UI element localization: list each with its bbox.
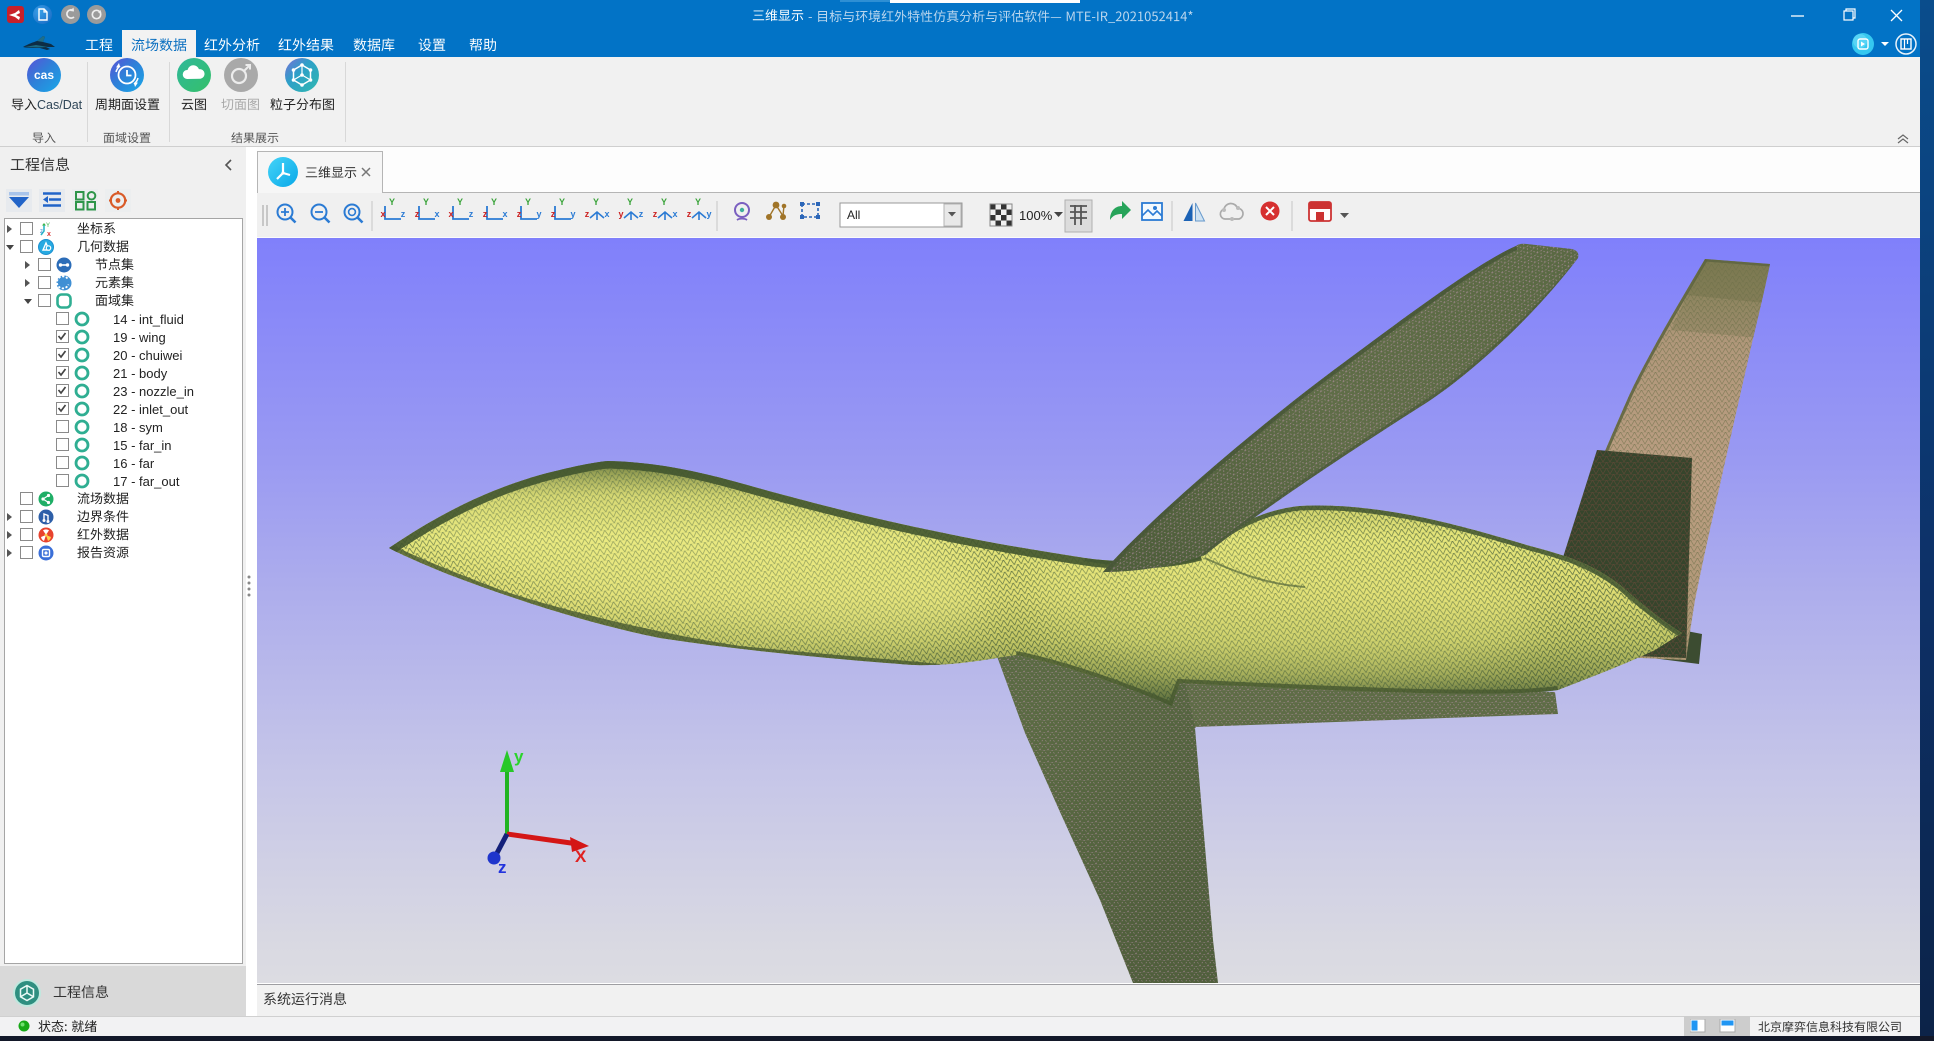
svg-text:z: z bbox=[401, 209, 406, 219]
svg-text:y: y bbox=[706, 209, 711, 219]
svg-text:x: x bbox=[604, 209, 609, 219]
svg-text:x: x bbox=[502, 209, 507, 219]
svg-text:Y: Y bbox=[559, 197, 565, 207]
svg-text:z: z bbox=[469, 209, 474, 219]
svg-text:y: y bbox=[618, 209, 623, 219]
svg-text:Y: Y bbox=[457, 197, 463, 207]
svg-text:z: z bbox=[687, 209, 692, 219]
svg-text:X: X bbox=[575, 847, 587, 866]
svg-text:x: x bbox=[47, 231, 51, 237]
svg-text:x: x bbox=[380, 209, 385, 219]
svg-text:Y: Y bbox=[525, 197, 531, 207]
svg-text:Y: Y bbox=[627, 197, 633, 207]
svg-text:y: y bbox=[514, 747, 524, 766]
svg-text:z: z bbox=[639, 209, 644, 219]
svg-text:All: All bbox=[847, 208, 860, 222]
svg-text:x: x bbox=[448, 209, 453, 219]
svg-text:x: x bbox=[434, 209, 439, 219]
svg-text:x: x bbox=[672, 209, 677, 219]
svg-text:Y: Y bbox=[389, 197, 395, 207]
svg-text:Y: Y bbox=[46, 223, 50, 229]
svg-text:z: z bbox=[483, 209, 488, 219]
svg-text:Y: Y bbox=[695, 197, 701, 207]
svg-text:z: z bbox=[498, 858, 507, 877]
svg-text:z: z bbox=[517, 209, 522, 219]
svg-text:z: z bbox=[415, 209, 420, 219]
svg-text:Y: Y bbox=[491, 197, 497, 207]
svg-text:Y: Y bbox=[423, 197, 429, 207]
svg-text:Y: Y bbox=[661, 197, 667, 207]
svg-text:100%: 100% bbox=[1019, 208, 1053, 223]
svg-text:y: y bbox=[570, 209, 575, 219]
svg-text:z: z bbox=[585, 209, 590, 219]
svg-text:z: z bbox=[40, 229, 43, 235]
svg-text:Y: Y bbox=[593, 197, 599, 207]
svg-text:y: y bbox=[536, 209, 541, 219]
svg-text:z: z bbox=[551, 209, 556, 219]
svg-text:z: z bbox=[653, 209, 658, 219]
